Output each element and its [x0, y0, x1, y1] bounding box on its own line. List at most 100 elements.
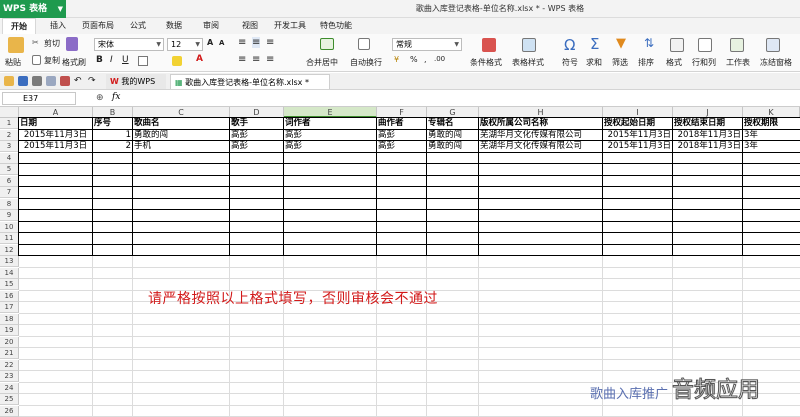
- header-cell[interactable]: 授权结束日期: [673, 118, 742, 129]
- align-left-icon[interactable]: ≡: [238, 54, 246, 65]
- table-cell[interactable]: 勇敢的闯: [427, 141, 478, 152]
- formula-input[interactable]: [130, 92, 796, 105]
- tab-page-layout[interactable]: 页面布局: [78, 18, 118, 34]
- export-pdf-icon[interactable]: [60, 76, 70, 86]
- increase-decimal-icon[interactable]: .00: [434, 55, 445, 63]
- table-cell[interactable]: 勇敢的闯: [133, 130, 229, 141]
- copy-button[interactable]: 复制: [44, 55, 60, 66]
- omega-icon[interactable]: Ω: [564, 36, 575, 54]
- table-cell[interactable]: 芜湖华月文化传媒有限公司: [479, 141, 602, 152]
- table-cell[interactable]: 2015年11月3日: [19, 130, 92, 141]
- table-cell[interactable]: 2015年11月3日: [603, 130, 672, 141]
- row-header-1[interactable]: 1: [0, 118, 19, 129]
- row-header-26[interactable]: 26: [0, 405, 19, 417]
- table-cell[interactable]: 高彭: [230, 130, 283, 141]
- worksheet-icon[interactable]: [730, 38, 744, 52]
- row-header-8[interactable]: 8: [0, 198, 19, 210]
- open-folder-icon[interactable]: [4, 76, 14, 86]
- underline-icon[interactable]: U: [122, 55, 129, 65]
- header-cell[interactable]: 歌手: [230, 118, 283, 129]
- header-cell[interactable]: 日期: [19, 118, 92, 129]
- filter-icon[interactable]: ▼: [616, 36, 626, 51]
- symbol-button[interactable]: 符号: [562, 57, 578, 68]
- align-bottom-icon[interactable]: ≡: [266, 37, 274, 48]
- sum-button[interactable]: 求和: [586, 57, 602, 68]
- tab-document[interactable]: ▦ 歌曲入库登记表格-单位名称.xlsx *: [170, 74, 330, 89]
- format-icon[interactable]: [670, 38, 684, 52]
- table-cell[interactable]: 3年: [743, 141, 799, 152]
- thousands-icon[interactable]: ,: [424, 55, 427, 64]
- row-header-5[interactable]: 5: [0, 164, 19, 175]
- italic-icon[interactable]: I: [110, 55, 113, 65]
- row-header-7[interactable]: 7: [0, 187, 19, 198]
- border-icon[interactable]: [138, 56, 148, 66]
- tab-view[interactable]: 视图: [236, 18, 264, 34]
- undo-icon[interactable]: ↶: [74, 76, 82, 86]
- grow-font-icon[interactable]: A: [207, 38, 213, 47]
- tab-my-wps[interactable]: W 我的WPS: [106, 74, 166, 89]
- filter-button[interactable]: 筛选: [612, 57, 628, 68]
- percent-icon[interactable]: %: [410, 55, 418, 64]
- row-header-24[interactable]: 24: [0, 382, 19, 394]
- row-header-14[interactable]: 14: [0, 267, 19, 279]
- save-icon[interactable]: [18, 76, 28, 86]
- fx-icon[interactable]: fx: [112, 92, 120, 102]
- table-cell[interactable]: 高彭: [284, 130, 376, 141]
- conditional-format-icon[interactable]: [482, 38, 496, 52]
- zoom-icon[interactable]: ⊕: [96, 93, 104, 103]
- align-right-icon[interactable]: ≡: [266, 54, 274, 65]
- header-cell[interactable]: 版权所属公司名称: [479, 118, 602, 129]
- tab-data[interactable]: 数据: [160, 18, 188, 34]
- row-header-2[interactable]: 2: [0, 129, 19, 141]
- row-header-13[interactable]: 13: [0, 256, 19, 267]
- row-header-6[interactable]: 6: [0, 175, 19, 187]
- sort-button[interactable]: 排序: [638, 57, 654, 68]
- currency-icon[interactable]: ¥: [394, 55, 399, 64]
- select-all-corner[interactable]: [0, 107, 19, 118]
- merge-center-icon[interactable]: [320, 38, 334, 50]
- fill-color-icon[interactable]: [172, 56, 182, 66]
- table-cell[interactable]: 手机: [133, 141, 229, 152]
- table-cell[interactable]: 勇敢的闯: [427, 130, 478, 141]
- table-cell[interactable]: 2018年11月3日: [673, 141, 742, 152]
- paste-button[interactable]: 粘贴: [5, 57, 21, 68]
- row-header-18[interactable]: 18: [0, 313, 19, 325]
- spreadsheet-grid[interactable]: A B C D E F G H I J K 1 2 3 4 5 6 7 8 9 10 11 12 13 1…: [0, 107, 800, 417]
- font-size-select[interactable]: 12 ▼: [167, 38, 203, 51]
- header-cell[interactable]: 授权起始日期: [603, 118, 672, 129]
- row-header-21[interactable]: 21: [0, 348, 19, 359]
- table-cell[interactable]: 2: [93, 141, 132, 152]
- preview-icon[interactable]: [46, 76, 56, 86]
- number-format-select[interactable]: 常规 ▼: [392, 38, 462, 51]
- align-middle-icon[interactable]: ≡: [252, 37, 261, 48]
- name-box[interactable]: E37: [2, 92, 76, 105]
- freeze-panes-icon[interactable]: [766, 38, 780, 52]
- table-cell[interactable]: 芜湖华月文化传媒有限公司: [479, 130, 602, 141]
- redo-icon[interactable]: ↷: [88, 76, 96, 86]
- paste-icon[interactable]: [8, 37, 24, 53]
- format-painter-icon[interactable]: [66, 37, 78, 51]
- sort-icon[interactable]: ⇅: [644, 36, 654, 50]
- header-cell[interactable]: 授权期限: [743, 118, 799, 129]
- sum-icon[interactable]: Σ: [590, 35, 599, 53]
- row-header-25[interactable]: 25: [0, 394, 19, 405]
- row-header-17[interactable]: 17: [0, 302, 19, 313]
- row-header-4[interactable]: 4: [0, 152, 19, 164]
- table-cell[interactable]: 2018年11月3日: [673, 130, 742, 141]
- table-cell[interactable]: 高彭: [377, 130, 426, 141]
- table-cell[interactable]: 2015年11月3日: [603, 141, 672, 152]
- table-style-button[interactable]: 表格样式: [512, 57, 544, 68]
- conditional-format-button[interactable]: 条件格式: [470, 57, 502, 68]
- format-painter-button[interactable]: 格式刷: [62, 57, 86, 68]
- table-cell[interactable]: 高彭: [284, 141, 376, 152]
- tab-formula[interactable]: 公式: [124, 18, 152, 34]
- merge-center-button[interactable]: 合并居中: [306, 57, 338, 68]
- header-cell[interactable]: 专辑名: [427, 118, 478, 129]
- bold-icon[interactable]: B: [96, 55, 103, 65]
- table-cell[interactable]: 高彭: [377, 141, 426, 152]
- table-cell[interactable]: 高彭: [230, 141, 283, 152]
- header-cell[interactable]: 词作者: [284, 118, 376, 129]
- row-header-16[interactable]: 16: [0, 290, 19, 302]
- tab-review[interactable]: 审阅: [197, 18, 225, 34]
- row-header-10[interactable]: 10: [0, 221, 19, 233]
